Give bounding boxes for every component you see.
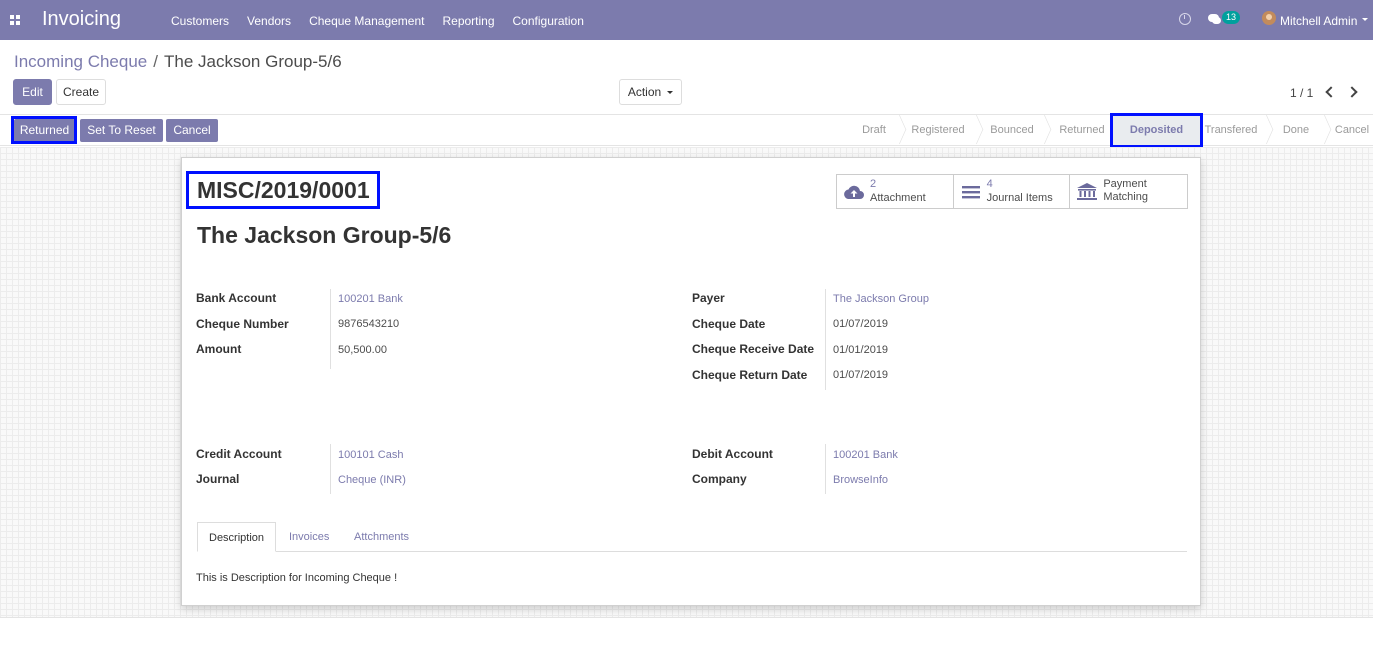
footer-divider (0, 617, 1373, 618)
edit-button[interactable]: Edit (13, 79, 52, 105)
breadcrumb-separator: / (153, 52, 158, 71)
payment-matching-label-line2: Matching (1103, 191, 1148, 203)
menu-item-reporting[interactable]: Reporting (442, 14, 494, 28)
app-name[interactable]: Invoicing (42, 8, 121, 31)
menu-item-cheque-management[interactable]: Cheque Management (309, 14, 424, 28)
field-divider (825, 289, 826, 390)
stage-transfered[interactable]: Transfered (1201, 115, 1261, 145)
highlight-returned-button (11, 116, 77, 144)
bank-icon (1077, 183, 1098, 200)
field-debit-account[interactable]: 100201 Bank (833, 449, 898, 461)
tab-invoices[interactable]: Invoices (278, 522, 340, 552)
top-navbar: Invoicing Customers Vendors Cheque Manag… (0, 0, 1373, 40)
stage-separator (891, 115, 905, 145)
breadcrumb: Incoming Cheque / The Jackson Group-5/6 (14, 52, 342, 72)
label-cheque-date: Cheque Date (692, 317, 766, 331)
menu-item-customers[interactable]: Customers (171, 14, 229, 28)
breadcrumb-current: The Jackson Group-5/6 (164, 52, 342, 71)
field-cheque-return-date: 01/07/2019 (833, 369, 889, 381)
field-bank-account[interactable]: 100201 Bank (338, 293, 403, 305)
stage-done[interactable]: Done (1275, 115, 1317, 145)
form-sheet: 2 Attachment 4 Journal Items Payment Mat… (181, 157, 1201, 606)
journal-items-smart-button[interactable]: 4 Journal Items (954, 175, 1071, 208)
stage-cancel[interactable]: Cancel (1332, 115, 1372, 145)
tab-description[interactable]: Description (197, 522, 277, 552)
menu-item-configuration[interactable]: Configuration (513, 14, 584, 28)
journal-items-label: Journal Items (986, 192, 1053, 204)
smart-buttons: 2 Attachment 4 Journal Items Payment Mat… (836, 174, 1188, 209)
stage-returned[interactable]: Returned (1053, 115, 1111, 145)
payment-matching-label-line1: Payment (1103, 178, 1147, 190)
pager-next-icon[interactable] (1346, 85, 1360, 99)
attachment-count: 2 (870, 178, 877, 190)
stage-separator (1036, 115, 1050, 145)
breadcrumb-parent[interactable]: Incoming Cheque (14, 52, 147, 71)
pager-value[interactable]: 1 / 1 (1290, 86, 1313, 100)
field-journal[interactable]: Cheque (INR) (338, 474, 406, 486)
stage-separator (1258, 115, 1272, 145)
field-company[interactable]: BrowseInfo (833, 474, 888, 486)
highlight-deposited-stage (1110, 113, 1203, 148)
field-payer[interactable]: The Jackson Group (833, 293, 929, 305)
menu-item-vendors[interactable]: Vendors (247, 14, 291, 28)
field-cheque-date: 01/07/2019 (833, 318, 889, 330)
journal-items-count: 4 (986, 178, 993, 190)
field-credit-account[interactable]: 100101 Cash (338, 449, 403, 461)
label-amount: Amount (196, 342, 242, 356)
label-debit-account: Debit Account (692, 447, 773, 461)
field-cheque-receive-date: 01/01/2019 (833, 344, 889, 356)
description-text: This is Description for Incoming Cheque … (196, 572, 398, 584)
label-company: Company (692, 472, 747, 486)
payment-matching-label: Payment Matching (1103, 178, 1148, 204)
highlight-record-name (186, 171, 380, 209)
stage-separator (1316, 115, 1330, 145)
user-menu[interactable]: Mitchell Admin (1280, 14, 1357, 28)
stage-registered[interactable]: Registered (904, 115, 972, 145)
field-divider (825, 444, 826, 494)
tab-attchments[interactable]: Attchments (343, 522, 420, 552)
label-journal: Journal (196, 472, 240, 486)
label-cheque-number: Cheque Number (196, 317, 289, 331)
action-label: Action (627, 85, 662, 99)
label-cheque-return-date: Cheque Return Date (692, 368, 808, 382)
user-avatar[interactable] (1262, 11, 1276, 25)
field-amount: 50,500.00 (338, 344, 387, 356)
label-payer: Payer (692, 291, 725, 305)
record-title: The Jackson Group-5/6 (197, 222, 452, 248)
messages-count-badge: 13 (1222, 11, 1241, 24)
label-bank-account: Bank Account (196, 291, 277, 305)
attachment-smart-button[interactable]: 2 Attachment (837, 175, 954, 208)
label-credit-account: Credit Account (196, 447, 282, 461)
set-to-reset-button[interactable]: Set To Reset (80, 119, 163, 142)
chevron-down-icon (667, 91, 674, 95)
payment-matching-smart-button[interactable]: Payment Matching (1070, 175, 1187, 208)
notebook-tabs: Description Invoices Attchments (197, 522, 1187, 552)
main-menu: Customers Vendors Cheque Management Repo… (171, 14, 584, 28)
cloud-upload-icon (844, 185, 864, 199)
stage-separator (968, 115, 982, 145)
attachment-label: Attachment (870, 192, 926, 204)
cancel-button[interactable]: Cancel (166, 119, 218, 142)
create-button[interactable]: Create (56, 79, 106, 105)
messages-icon[interactable] (1208, 13, 1222, 25)
activity-clock-icon[interactable] (1179, 13, 1191, 25)
bars-icon (961, 186, 980, 199)
stage-bounced[interactable]: Bounced (983, 115, 1041, 145)
field-divider (330, 444, 331, 494)
action-dropdown[interactable]: Action (619, 79, 682, 105)
field-cheque-number: 9876543210 (338, 318, 400, 330)
apps-grid-icon[interactable] (10, 15, 20, 25)
field-divider (330, 289, 331, 369)
label-cheque-receive-date: Cheque Receive Date (692, 342, 815, 356)
pager-previous-icon[interactable] (1322, 85, 1336, 99)
user-menu-caret-icon[interactable] (1362, 18, 1368, 21)
